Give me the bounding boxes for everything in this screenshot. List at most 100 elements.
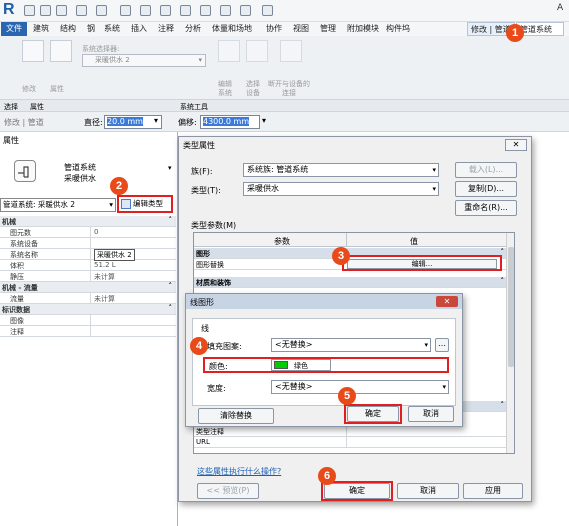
offset-value: 4300.0 mm — [203, 117, 250, 126]
cancel-button[interactable]: 取消 — [397, 483, 459, 499]
app-logo[interactable]: R — [3, 1, 19, 19]
preview-button[interactable]: << 预览(P) — [197, 483, 259, 499]
param-row[interactable]: 系统设备 — [0, 238, 176, 249]
measure-icon[interactable] — [140, 5, 151, 16]
chevron-down-icon: ▾ — [109, 200, 113, 209]
tab-view[interactable]: 视图 — [290, 22, 312, 36]
load-button[interactable]: 载入(L)... — [455, 162, 517, 178]
chevron-down-icon[interactable]: ▾ — [154, 116, 158, 125]
fill-pattern-browse-button[interactable]: … — [435, 338, 449, 352]
ribbon-panel: 修改 属性 系统选择器: 采暖供水 2 ▾ 编辑 系统 选择 设备 断开与设备的… — [0, 36, 569, 100]
system-selector-label: 系统选择器: — [82, 45, 120, 53]
step-marker-6: 6 — [318, 467, 336, 485]
edit-type-button[interactable]: 编辑类型 — [117, 195, 173, 213]
quick-access-toolbar: R A — [0, 0, 569, 22]
disconnect-equipment-icon[interactable] — [280, 40, 302, 62]
param-row-url[interactable]: URL — [194, 437, 508, 448]
ok-button[interactable]: 确定 — [324, 483, 390, 499]
color-button[interactable]: 绿色 — [271, 359, 331, 371]
chevron-down-icon[interactable]: ▾ — [262, 116, 266, 125]
family-combo[interactable]: 系统族: 管道系统 ▾ — [243, 163, 439, 177]
param-row[interactable]: 图像 — [0, 315, 176, 326]
select-equipment-icon[interactable] — [246, 40, 268, 62]
edit-type-icon — [121, 199, 131, 209]
chevron-down-icon: ▾ — [424, 341, 428, 349]
graphics-override-edit-button[interactable]: 编辑... — [342, 255, 502, 271]
panel-system-tools: 系统工具 — [180, 103, 208, 111]
switch-windows-icon[interactable] — [240, 5, 251, 16]
param-row[interactable]: 流量 未计算 — [0, 293, 176, 304]
sync-icon[interactable] — [56, 5, 67, 16]
apply-button[interactable]: 应用 — [463, 483, 523, 499]
param-row[interactable]: 注释 — [0, 326, 176, 337]
category-mechanical-flow[interactable]: 机械 - 流量 ˄ — [0, 282, 176, 293]
tab-structure[interactable]: 结构 — [57, 22, 79, 36]
close-icon[interactable]: ✕ — [436, 296, 458, 307]
ribbon-tabs: 文件 建筑 结构 钢 系统 插入 注释 分析 体量和场地 协作 视图 管理 附加… — [0, 22, 569, 36]
tab-massing-site[interactable]: 体量和场地 — [209, 22, 255, 36]
weight-label: 宽度: — [207, 384, 226, 393]
rename-button[interactable]: 重命名(R)... — [455, 200, 517, 216]
thin-lines-icon[interactable] — [220, 5, 231, 16]
customize-qat-icon[interactable] — [262, 5, 273, 16]
tab-manage[interactable]: 管理 — [317, 22, 339, 36]
step-marker-2: 2 — [110, 177, 128, 195]
weight-combo[interactable]: <无替换> ▾ — [271, 380, 449, 394]
modify-arrow-icon[interactable] — [22, 40, 44, 62]
type-selector-chevron-icon[interactable]: ▾ — [168, 164, 172, 172]
tab-steel[interactable]: 钢 — [84, 22, 98, 36]
type-combo[interactable]: 采暖供水 ▾ — [243, 182, 439, 196]
grid-scrollbar[interactable] — [506, 233, 514, 453]
edit-system-icon[interactable] — [218, 40, 240, 62]
tab-analyze[interactable]: 分析 — [182, 22, 204, 36]
offset-label: 偏移: — [178, 118, 197, 127]
fill-pattern-combo[interactable]: <无替换> ▾ — [271, 338, 431, 352]
open-icon[interactable] — [24, 5, 35, 16]
tab-insert[interactable]: 插入 — [128, 22, 150, 36]
scrollbar-thumb[interactable] — [508, 247, 514, 367]
step-marker-4: 4 — [190, 337, 208, 355]
category-mechanical[interactable]: 机械 ˄ — [0, 216, 176, 227]
clear-overrides-button[interactable]: 清除替换 — [198, 408, 274, 424]
text-icon[interactable] — [160, 5, 171, 16]
line-cancel-button[interactable]: 取消 — [408, 406, 454, 422]
print-icon[interactable] — [120, 5, 131, 16]
category-materials[interactable]: 材质和装饰 ˄ — [194, 277, 508, 288]
ribbon-panel-titles: 选择 属性 系统工具 — [0, 100, 569, 112]
param-row[interactable]: 体积 51.2 L — [0, 260, 176, 271]
properties-icon[interactable] — [50, 40, 72, 62]
modify-pipe-context: 修改 | 管道 — [4, 118, 44, 127]
line-ok-button[interactable]: 确定 — [347, 406, 399, 422]
param-row[interactable]: 图元数 0 — [0, 227, 176, 238]
panel-select[interactable]: 选择 — [4, 102, 18, 112]
line-graphics-dialog: 线图形 ✕ 线 填充图案: <无替换> ▾ … 颜色: 绿色 宽度: <无替换> ▾… — [185, 293, 463, 427]
tab-annotate[interactable]: 注释 — [155, 22, 177, 36]
tab-component-dock[interactable]: 构件坞 — [383, 22, 413, 36]
line-group-title: 线 — [201, 324, 209, 333]
dialog-title: 类型属性 — [183, 141, 215, 150]
instance-selector[interactable]: 管道系统: 采暖供水 2 ▾ — [0, 198, 116, 212]
param-row-type-comments[interactable]: 类型注释 — [194, 426, 508, 437]
column-param: 参数 — [274, 237, 290, 246]
tab-file[interactable]: 文件 — [1, 22, 27, 36]
undo-icon[interactable] — [76, 5, 87, 16]
tab-addins[interactable]: 附加模块 — [344, 22, 382, 36]
param-row[interactable]: 静压 未计算 — [0, 271, 176, 282]
redo-icon[interactable] — [96, 5, 107, 16]
offset-input[interactable]: 4300.0 mm — [200, 115, 260, 129]
chevron-down-icon: ▾ — [198, 56, 202, 64]
tab-collaborate[interactable]: 协作 — [263, 22, 285, 36]
system-selector[interactable]: 采暖供水 2 ▾ — [82, 54, 206, 67]
section-icon[interactable] — [200, 5, 211, 16]
tab-architecture[interactable]: 建筑 — [30, 22, 52, 36]
help-link[interactable]: 这些属性执行什么操作? — [197, 466, 281, 477]
view-3d-icon[interactable] — [180, 5, 191, 16]
param-row[interactable]: 系统名称 采暖供水 2 — [0, 249, 176, 261]
chevron-down-icon: ▾ — [442, 383, 446, 391]
chevron-down-icon: ▾ — [432, 166, 436, 174]
duplicate-button[interactable]: 复制(D)... — [455, 181, 517, 197]
save-icon[interactable] — [40, 5, 51, 16]
category-identity-data[interactable]: 标识数据 ˄ — [0, 304, 176, 315]
tab-systems[interactable]: 系统 — [101, 22, 123, 36]
close-icon[interactable]: ✕ — [505, 139, 527, 151]
